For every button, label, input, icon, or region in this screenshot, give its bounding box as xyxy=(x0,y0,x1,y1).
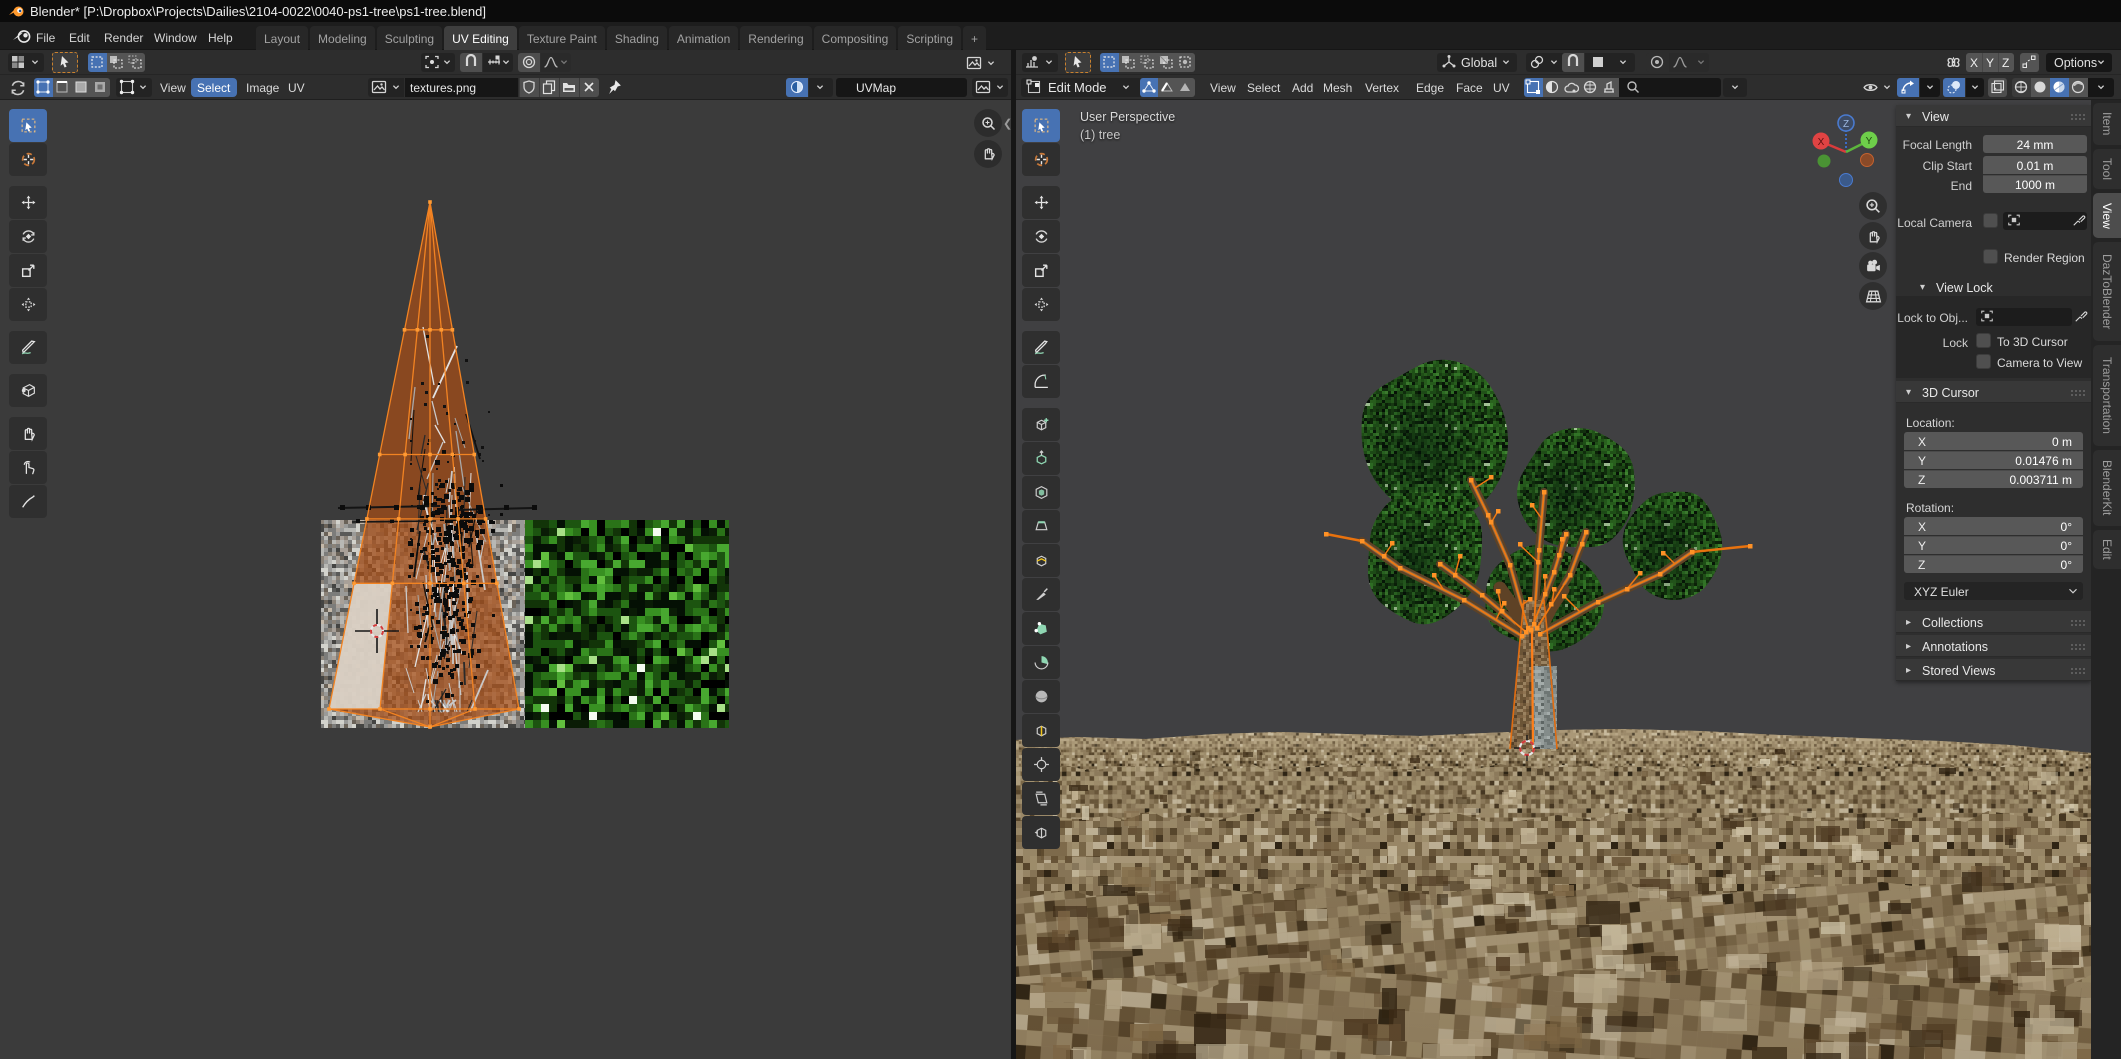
svg-text:Z: Z xyxy=(1843,119,1849,130)
svg-text:X: X xyxy=(1818,137,1825,148)
svg-text:Y: Y xyxy=(1866,136,1873,147)
